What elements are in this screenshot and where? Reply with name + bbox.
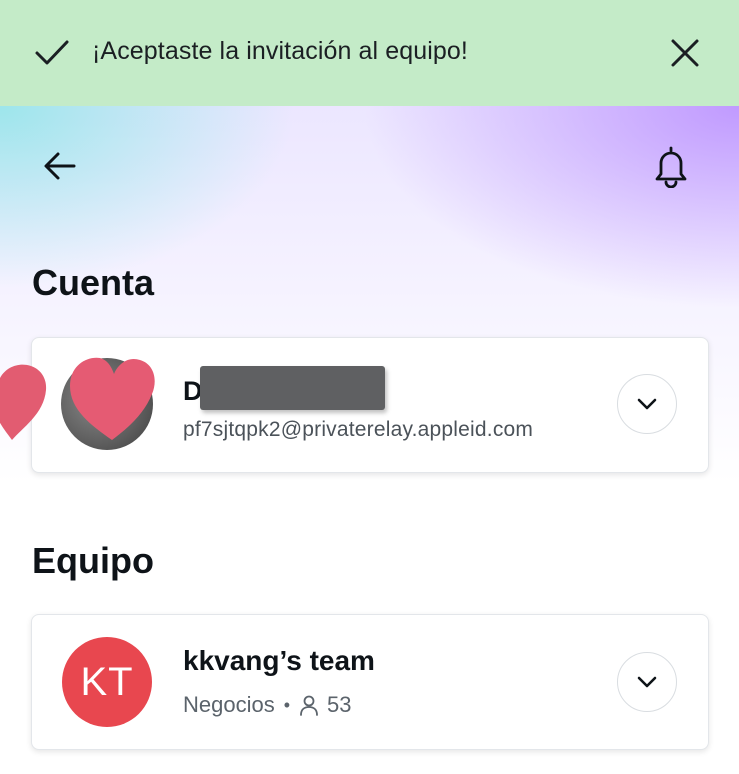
- bell-icon[interactable]: [650, 144, 692, 188]
- member-count: 53: [327, 692, 352, 717]
- team-section-title: Equipo: [32, 540, 154, 581]
- arrow-left-icon[interactable]: [40, 146, 80, 186]
- team-expand-button[interactable]: [617, 652, 677, 712]
- heart-sticker-icon: [0, 364, 47, 440]
- team-plan: Negocios: [183, 692, 275, 717]
- person-icon: [300, 695, 318, 716]
- toast-message: ¡Aceptaste la invitación al equipo!: [92, 37, 468, 65]
- account-expand-button[interactable]: [617, 374, 677, 434]
- heart-sticker-icon: [70, 357, 155, 440]
- redaction-box: [200, 366, 385, 410]
- team-avatar: KT: [62, 637, 152, 727]
- account-section-title: Cuenta: [32, 262, 155, 303]
- check-icon: [35, 40, 69, 65]
- close-icon[interactable]: [668, 36, 702, 70]
- chevron-down-icon: [637, 676, 657, 688]
- team-name: kkvang’s team: [183, 645, 375, 676]
- separator-dot: •: [283, 694, 291, 715]
- success-toast: ¡Aceptaste la invitación al equipo!: [0, 0, 739, 106]
- team-meta: Negocios • 53: [183, 692, 352, 718]
- chevron-down-icon: [637, 398, 657, 410]
- account-email: pf7sjtqpk2@privaterelay.appleid.com: [183, 418, 534, 441]
